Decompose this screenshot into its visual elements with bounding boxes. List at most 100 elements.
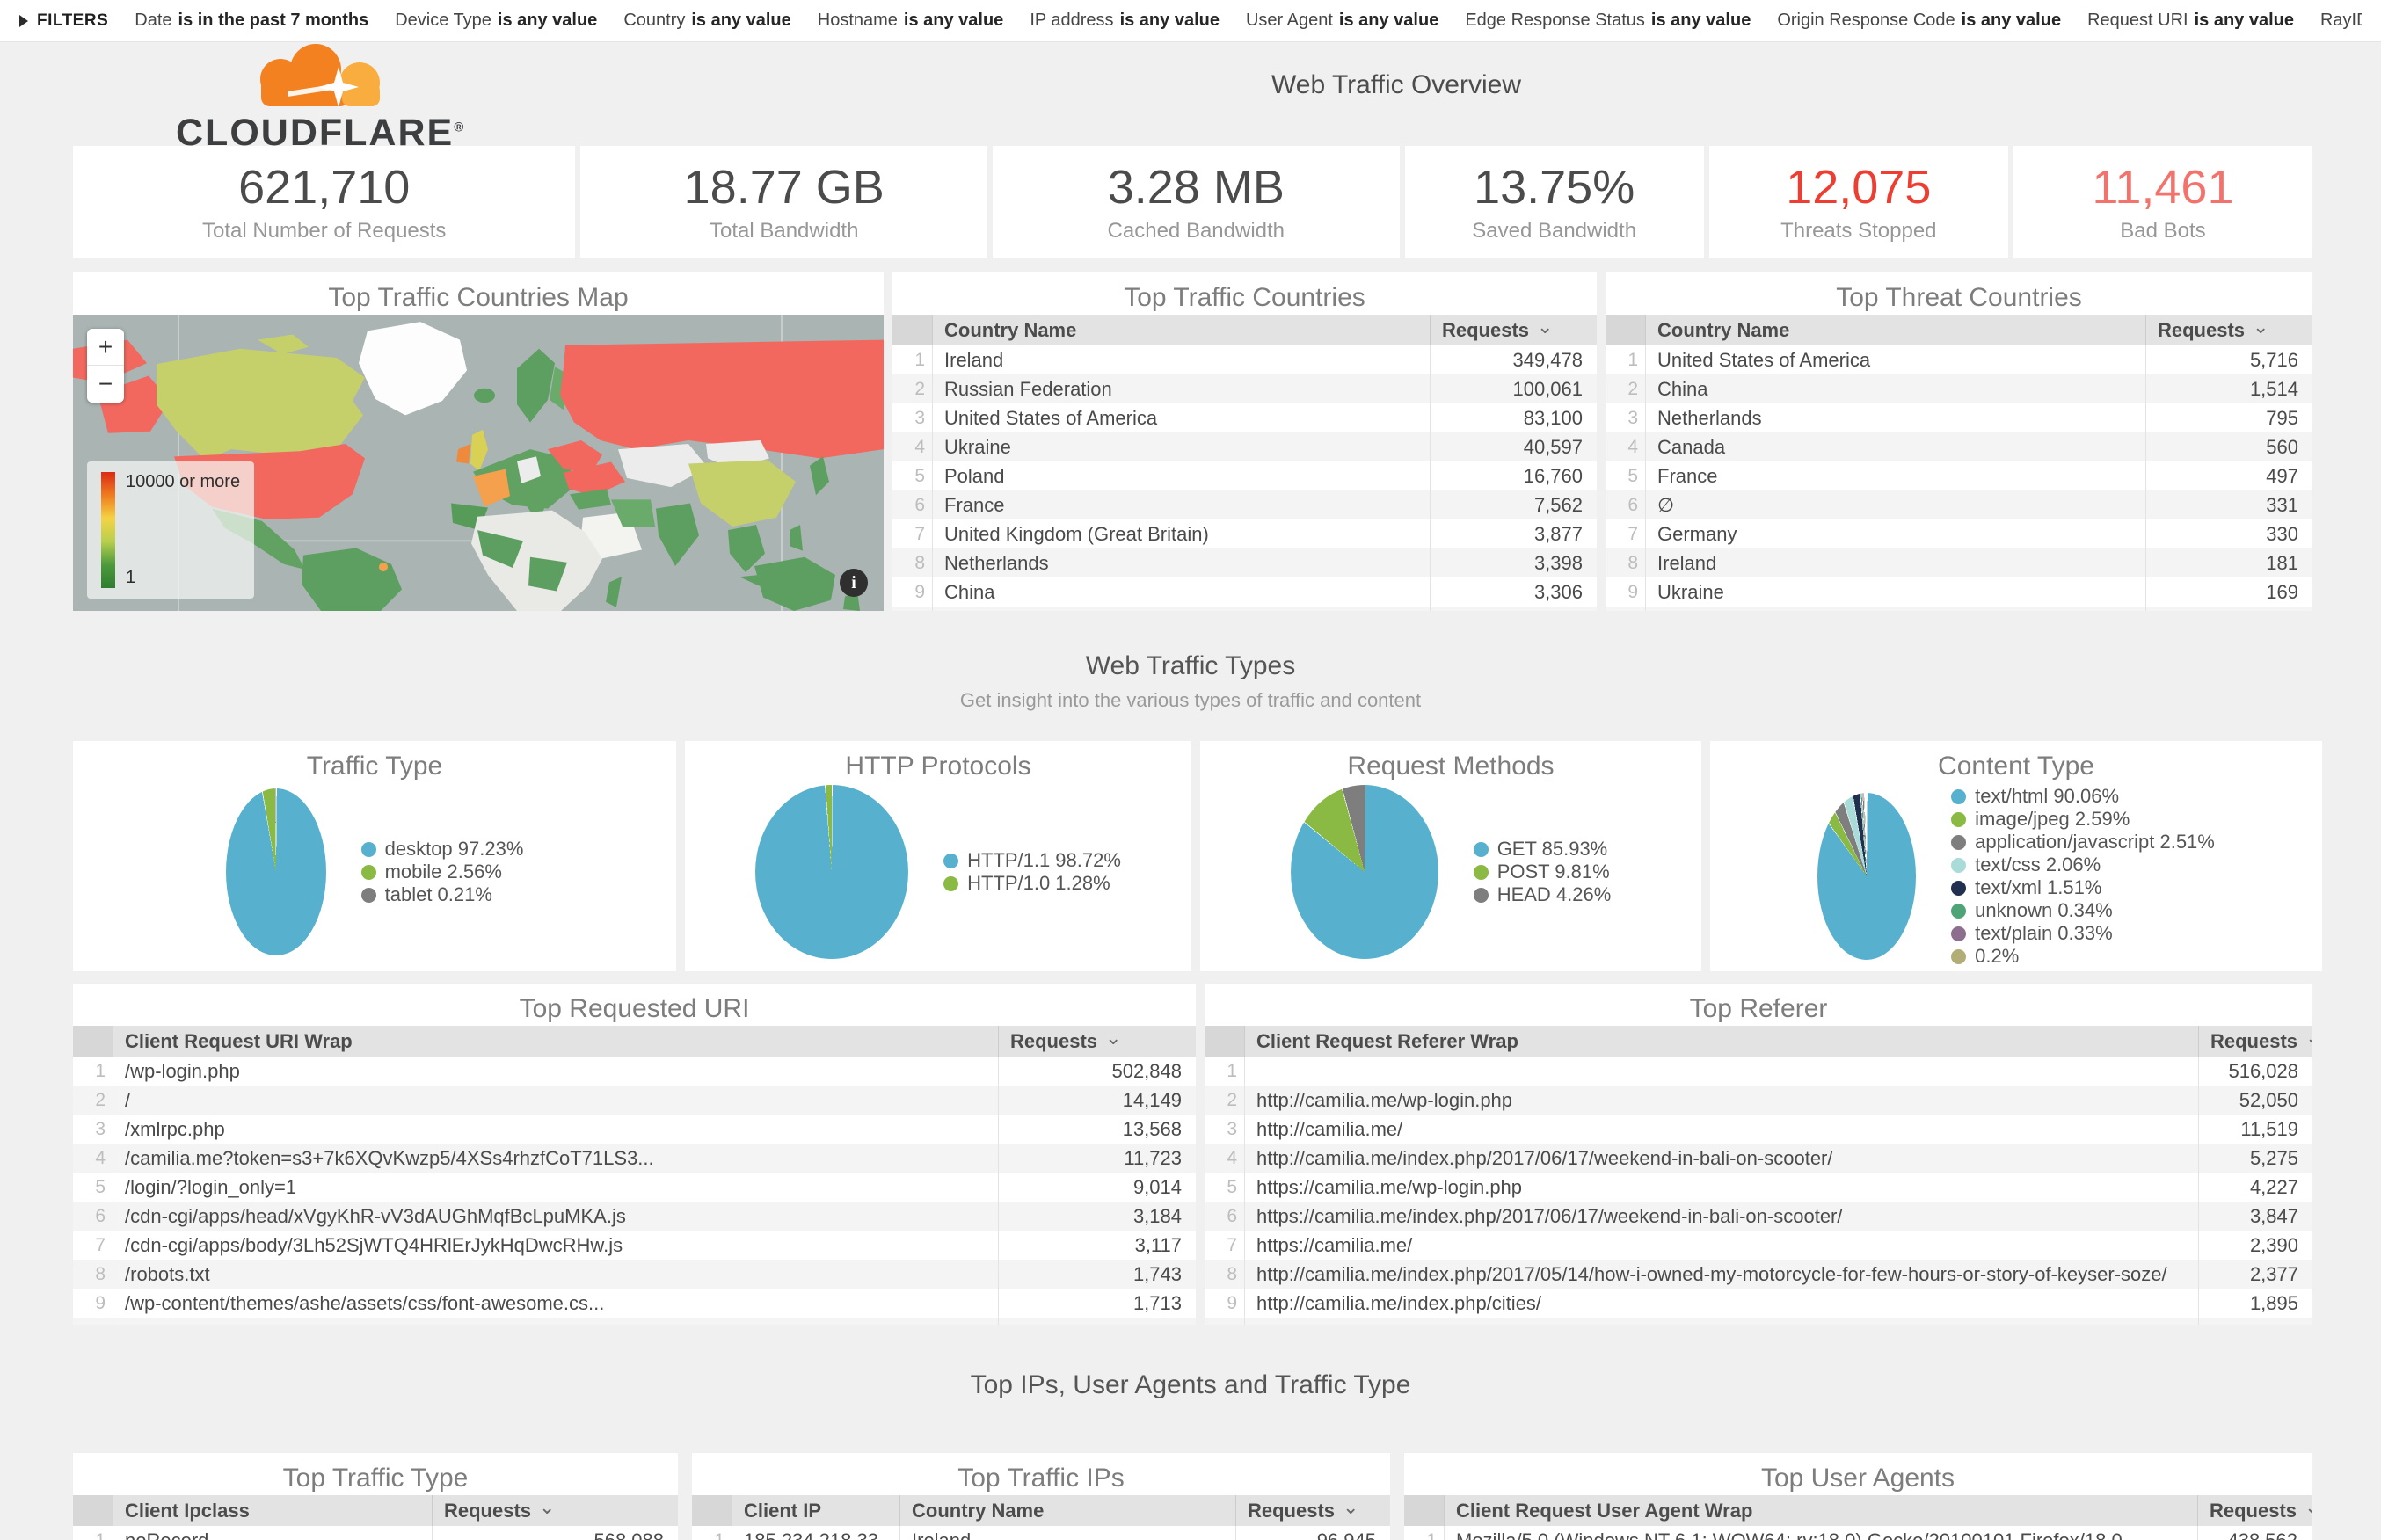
table-row[interactable]: 7/cdn-cgi/apps/body/3Lh52SjWTQ4HRlErJykH…: [73, 1231, 1196, 1260]
filter-item-ip-address[interactable]: IP addressis any value: [1030, 11, 1220, 31]
legend-item-desktop[interactable]: desktop 97.23%: [361, 838, 524, 861]
table-row[interactable]: 10/wp-content/themes/ashe/style.css?ver=…: [73, 1318, 1196, 1325]
cell-country-name: Ireland: [933, 345, 1430, 374]
legend-item-tablet[interactable]: tablet 0.21%: [361, 883, 524, 906]
table-row[interactable]: 1516,028: [1205, 1057, 2312, 1086]
table-row[interactable]: 2/14,149: [73, 1086, 1196, 1115]
filter-item-edge-response-status[interactable]: Edge Response Statusis any value: [1465, 11, 1751, 31]
table-row[interactable]: 4Ukraine40,597: [892, 432, 1597, 461]
column-header-client-request-uri-wrap[interactable]: Client Request URI Wrap: [113, 1026, 998, 1057]
table-row[interactable]: 8/robots.txt1,743: [73, 1260, 1196, 1289]
content-type-pie[interactable]: [1817, 793, 1916, 960]
table-row[interactable]: 9Ukraine169: [1606, 578, 2312, 607]
legend-item-text-xml[interactable]: text/xml 1.51%: [1951, 876, 2215, 899]
table-row[interactable]: 3http://camilia.me/11,519: [1205, 1115, 2312, 1144]
legend-item-image-jpeg[interactable]: image/jpeg 2.59%: [1951, 808, 2215, 831]
table-row[interactable]: 6https://camilia.me/index.php/2017/06/17…: [1205, 1202, 2312, 1231]
table-row[interactable]: 9China3,306: [892, 578, 1597, 607]
table-row[interactable]: 7United Kingdom (Great Britain)3,877: [892, 519, 1597, 548]
table-row[interactable]: 2http://camilia.me/wp-login.php52,050: [1205, 1086, 2312, 1115]
table-row[interactable]: 3Netherlands795: [1606, 403, 2312, 432]
table-row[interactable]: 5France497: [1606, 461, 2312, 490]
filter-item-device-type[interactable]: Device Typeis any value: [395, 11, 597, 31]
column-header-requests[interactable]: Requests⌄: [2145, 315, 2312, 345]
filter-item-rayid[interactable]: RayIDis any value: [2320, 11, 2362, 31]
column-header-client-ipclass[interactable]: Client Ipclass: [113, 1495, 432, 1526]
column-header-requests[interactable]: Requests⌄: [998, 1026, 1196, 1057]
filter-field-label: Request URI: [2087, 11, 2188, 31]
table-row[interactable]: 4/camilia.me?token=s3+7k6XQvKwzp5/4XSs4r…: [73, 1144, 1196, 1173]
legend-item-post[interactable]: POST 9.81%: [1474, 861, 1612, 883]
column-header-country-name[interactable]: Country Name: [899, 1495, 1235, 1526]
table-row[interactable]: 5Poland16,760: [892, 461, 1597, 490]
table-row[interactable]: 4http://camilia.me/index.php/2017/06/17/…: [1205, 1144, 2312, 1173]
filter-item-country[interactable]: Countryis any value: [623, 11, 790, 31]
table-row[interactable]: 6∅331: [1606, 490, 2312, 519]
table-row[interactable]: 1185.234.218.33Ireland96,945: [692, 1526, 1390, 1540]
zoom-in-button[interactable]: +: [87, 329, 124, 366]
table-row[interactable]: 5https://camilia.me/wp-login.php4,227: [1205, 1173, 2312, 1202]
table-row[interactable]: 8Netherlands3,398: [892, 548, 1597, 578]
legend-item-text-plain[interactable]: text/plain 0.33%: [1951, 922, 2215, 945]
index-column-header: [73, 1495, 113, 1526]
http-protocols-pie[interactable]: [755, 785, 908, 959]
table-row[interactable]: 10Canada2,245: [892, 607, 1597, 611]
column-header-requests[interactable]: Requests⌄: [2198, 1026, 2312, 1057]
column-header-requests[interactable]: Requests⌄: [1430, 315, 1597, 345]
filter-item-origin-response-code[interactable]: Origin Response Codeis any value: [1777, 11, 2061, 31]
legend-item-text-html[interactable]: text/html 90.06%: [1951, 785, 2215, 808]
cell-requests: 497: [2145, 461, 2312, 490]
column-header-requests[interactable]: Requests⌄: [2197, 1495, 2312, 1526]
table-row[interactable]: 1/wp-login.php502,848: [73, 1057, 1196, 1086]
filter-item-request-uri[interactable]: Request URIis any value: [2087, 11, 2294, 31]
map-info-icon[interactable]: i: [840, 569, 868, 597]
table-row[interactable]: 5/login/?login_only=19,014: [73, 1173, 1196, 1202]
request-methods-pie[interactable]: [1291, 785, 1438, 959]
filters-toggle[interactable]: FILTERS: [19, 11, 108, 31]
column-header-client-ip[interactable]: Client IP: [732, 1495, 899, 1526]
zoom-out-button[interactable]: −: [87, 366, 124, 403]
row-index: 1: [73, 1057, 113, 1086]
table-row[interactable]: 8http://camilia.me/index.php/2017/05/14/…: [1205, 1260, 2312, 1289]
table-row[interactable]: 9http://camilia.me/index.php/cities/1,89…: [1205, 1289, 2312, 1318]
legend-item-0-2pct[interactable]: 0.2%: [1951, 945, 2215, 968]
table-row[interactable]: 3/xmlrpc.php13,568: [73, 1115, 1196, 1144]
table-row[interactable]: 10Singapore158: [1606, 607, 2312, 611]
top-traffic-ips-card: Top Traffic IPs Client IPCountry NameReq…: [692, 1453, 1390, 1540]
legend-item-application-javascript[interactable]: application/javascript 2.51%: [1951, 831, 2215, 854]
table-row[interactable]: 1Ireland349,478: [892, 345, 1597, 374]
column-header-requests[interactable]: Requests⌄: [432, 1495, 678, 1526]
legend-item-http-1-1[interactable]: HTTP/1.1 98.72%: [943, 849, 1121, 872]
filter-item-date[interactable]: Dateis in the past 7 months: [135, 11, 368, 31]
column-header-country-name[interactable]: Country Name: [1646, 315, 2145, 345]
column-header-country-name[interactable]: Country Name: [933, 315, 1430, 345]
table-row[interactable]: 8Ireland181: [1606, 548, 2312, 578]
table-row[interactable]: 3United States of America83,100: [892, 403, 1597, 432]
column-header-client-request-referer-wrap[interactable]: Client Request Referer Wrap: [1245, 1026, 2198, 1057]
table-row[interactable]: 1Mozilla/5.0 (Windows NT 6.1; WOW64; rv:…: [1404, 1526, 2312, 1540]
legend-item-get[interactable]: GET 85.93%: [1474, 838, 1612, 861]
filter-item-hostname[interactable]: Hostnameis any value: [818, 11, 1004, 31]
table-row[interactable]: 1United States of America5,716: [1606, 345, 2312, 374]
filter-item-user-agent[interactable]: User Agentis any value: [1246, 11, 1438, 31]
table-row[interactable]: 10http://camilia.me/index.php/about/1,47…: [1205, 1318, 2312, 1325]
table-row[interactable]: 2China1,514: [1606, 374, 2312, 403]
legend-item-unknown[interactable]: unknown 0.34%: [1951, 899, 2215, 922]
column-header-requests[interactable]: Requests⌄: [1235, 1495, 1390, 1526]
legend-item-http-1-0[interactable]: HTTP/1.0 1.28%: [943, 872, 1121, 895]
world-map[interactable]: + − 10000 or more 1 i: [73, 315, 884, 611]
table-row[interactable]: 7Germany330: [1606, 519, 2312, 548]
legend-item-mobile[interactable]: mobile 2.56%: [361, 861, 524, 883]
table-row[interactable]: 2Russian Federation100,061: [892, 374, 1597, 403]
sort-chevron-icon: ⌄: [2253, 323, 2268, 331]
legend-item-text-css[interactable]: text/css 2.06%: [1951, 854, 2215, 876]
traffic-type-pie[interactable]: [226, 788, 326, 955]
legend-item-head[interactable]: HEAD 4.26%: [1474, 883, 1612, 906]
table-row[interactable]: 9/wp-content/themes/ashe/assets/css/font…: [73, 1289, 1196, 1318]
column-header-client-request-user-agent-wrap[interactable]: Client Request User Agent Wrap: [1445, 1495, 2197, 1526]
table-row[interactable]: 1noRecord568,088: [73, 1526, 678, 1540]
table-row[interactable]: 7https://camilia.me/2,390: [1205, 1231, 2312, 1260]
table-row[interactable]: 6France7,562: [892, 490, 1597, 519]
table-row[interactable]: 4Canada560: [1606, 432, 2312, 461]
table-row[interactable]: 6/cdn-cgi/apps/head/xVgyKhR-vV3dAUGhMqfB…: [73, 1202, 1196, 1231]
